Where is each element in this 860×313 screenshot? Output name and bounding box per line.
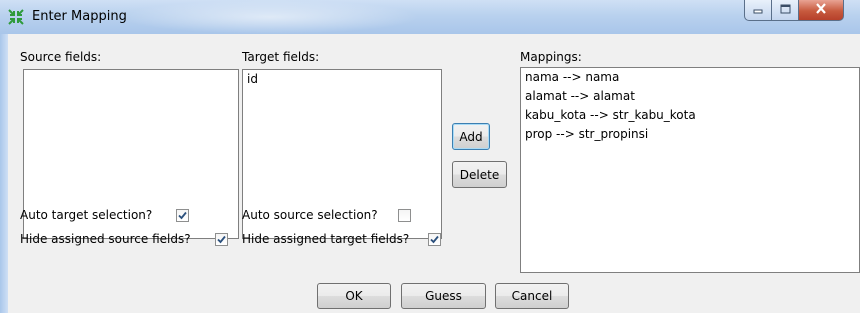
auto-target-selection-label: Auto target selection? <box>20 208 153 222</box>
checkmark-icon <box>430 235 439 244</box>
maximize-button[interactable] <box>772 0 799 21</box>
title-bar[interactable]: Enter Mapping <box>0 0 860 34</box>
dialog-content: Source fields: Target fields: id Add Del… <box>8 34 860 313</box>
list-item[interactable]: prop --> str_propinsi <box>521 125 859 144</box>
delete-button[interactable]: Delete <box>452 161 507 188</box>
cancel-button[interactable]: Cancel <box>495 283 569 309</box>
enter-mapping-dialog: Enter Mapping Source fields: Target fiel… <box>0 0 860 313</box>
checkmark-icon <box>178 211 187 220</box>
mapping-arrows-icon <box>8 9 24 25</box>
mappings-label: Mappings: <box>520 50 582 64</box>
hide-assigned-source-fields-checkbox[interactable] <box>215 233 228 246</box>
checkmark-icon <box>217 235 226 244</box>
maximize-icon <box>780 3 791 17</box>
target-fields-label: Target fields: <box>242 50 320 64</box>
hide-assigned-target-fields-label: Hide assigned target fields? <box>242 232 410 246</box>
minimize-icon <box>753 3 763 17</box>
list-item[interactable]: kabu_kota --> str_kabu_kota <box>521 106 859 125</box>
window-title: Enter Mapping <box>32 9 127 24</box>
caption-buttons <box>744 0 844 24</box>
hide-assigned-target-fields-checkbox[interactable] <box>428 233 441 246</box>
close-button[interactable] <box>799 0 844 21</box>
list-item[interactable]: id <box>243 70 441 89</box>
ok-button[interactable]: OK <box>317 283 391 309</box>
source-fields-label: Source fields: <box>20 50 102 64</box>
close-icon <box>815 3 827 17</box>
guess-button[interactable]: Guess <box>401 283 486 309</box>
mappings-list[interactable]: nama --> nama alamat --> alamat kabu_kot… <box>520 67 860 273</box>
auto-source-selection-checkbox[interactable] <box>398 209 411 222</box>
auto-source-selection-label: Auto source selection? <box>242 208 378 222</box>
list-item[interactable]: alamat --> alamat <box>521 87 859 106</box>
hide-assigned-source-fields-label: Hide assigned source fields? <box>20 232 191 246</box>
minimize-button[interactable] <box>744 0 772 21</box>
window-left-frame <box>0 34 8 313</box>
list-item[interactable]: nama --> nama <box>521 68 859 87</box>
title-bar-glow <box>120 0 420 34</box>
add-button[interactable]: Add <box>452 123 490 150</box>
auto-target-selection-checkbox[interactable] <box>176 209 189 222</box>
